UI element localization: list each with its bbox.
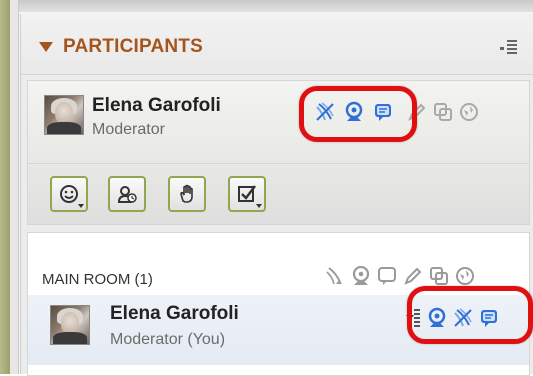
raise-hand-icon (180, 184, 193, 203)
collapse-arrow-icon[interactable] (39, 42, 53, 52)
left-border-strip (0, 0, 10, 374)
smiley-status-icon (60, 185, 78, 203)
avatar (50, 305, 90, 345)
away-status-button[interactable] (108, 176, 146, 212)
pencil-icon[interactable] (402, 265, 424, 287)
webcam-icon[interactable] (350, 265, 372, 287)
checkbox-status-icon (238, 185, 256, 202)
room-user-role: Moderator (You) (110, 331, 226, 348)
agree-status-button[interactable] (228, 176, 266, 212)
globe-icon[interactable] (458, 101, 480, 123)
windows-icon[interactable] (428, 265, 450, 287)
app-frame: PARTICIPANTS Elena Garofoli Moderator MA… (0, 0, 533, 376)
raise-hand-button[interactable] (168, 176, 206, 212)
room-user-name: Elena Garofoli (110, 303, 239, 324)
left-border-gap (10, 0, 19, 374)
chat-icon[interactable] (376, 265, 398, 287)
microphone-icon[interactable] (324, 265, 346, 287)
away-status-icon (117, 186, 137, 203)
globe-icon[interactable] (454, 265, 476, 287)
windows-icon[interactable] (432, 101, 454, 123)
room-title[interactable]: MAIN ROOM (1) (42, 271, 153, 288)
self-role: Moderator (92, 121, 165, 138)
annotation-highlight (407, 286, 533, 344)
participants-panel: PARTICIPANTS Elena Garofoli Moderator MA… (20, 14, 533, 376)
avatar (44, 95, 84, 135)
panel-title: PARTICIPANTS (63, 36, 203, 57)
self-participant-card: Elena Garofoli Moderator (27, 80, 530, 164)
top-bar (0, 0, 533, 12)
participants-header[interactable]: PARTICIPANTS (21, 14, 533, 75)
self-name: Elena Garofoli (92, 95, 221, 116)
mood-status-button[interactable] (50, 176, 88, 212)
annotation-highlight (299, 86, 417, 142)
panel-menu-icon[interactable] (500, 38, 518, 54)
status-toolbar (27, 164, 530, 225)
